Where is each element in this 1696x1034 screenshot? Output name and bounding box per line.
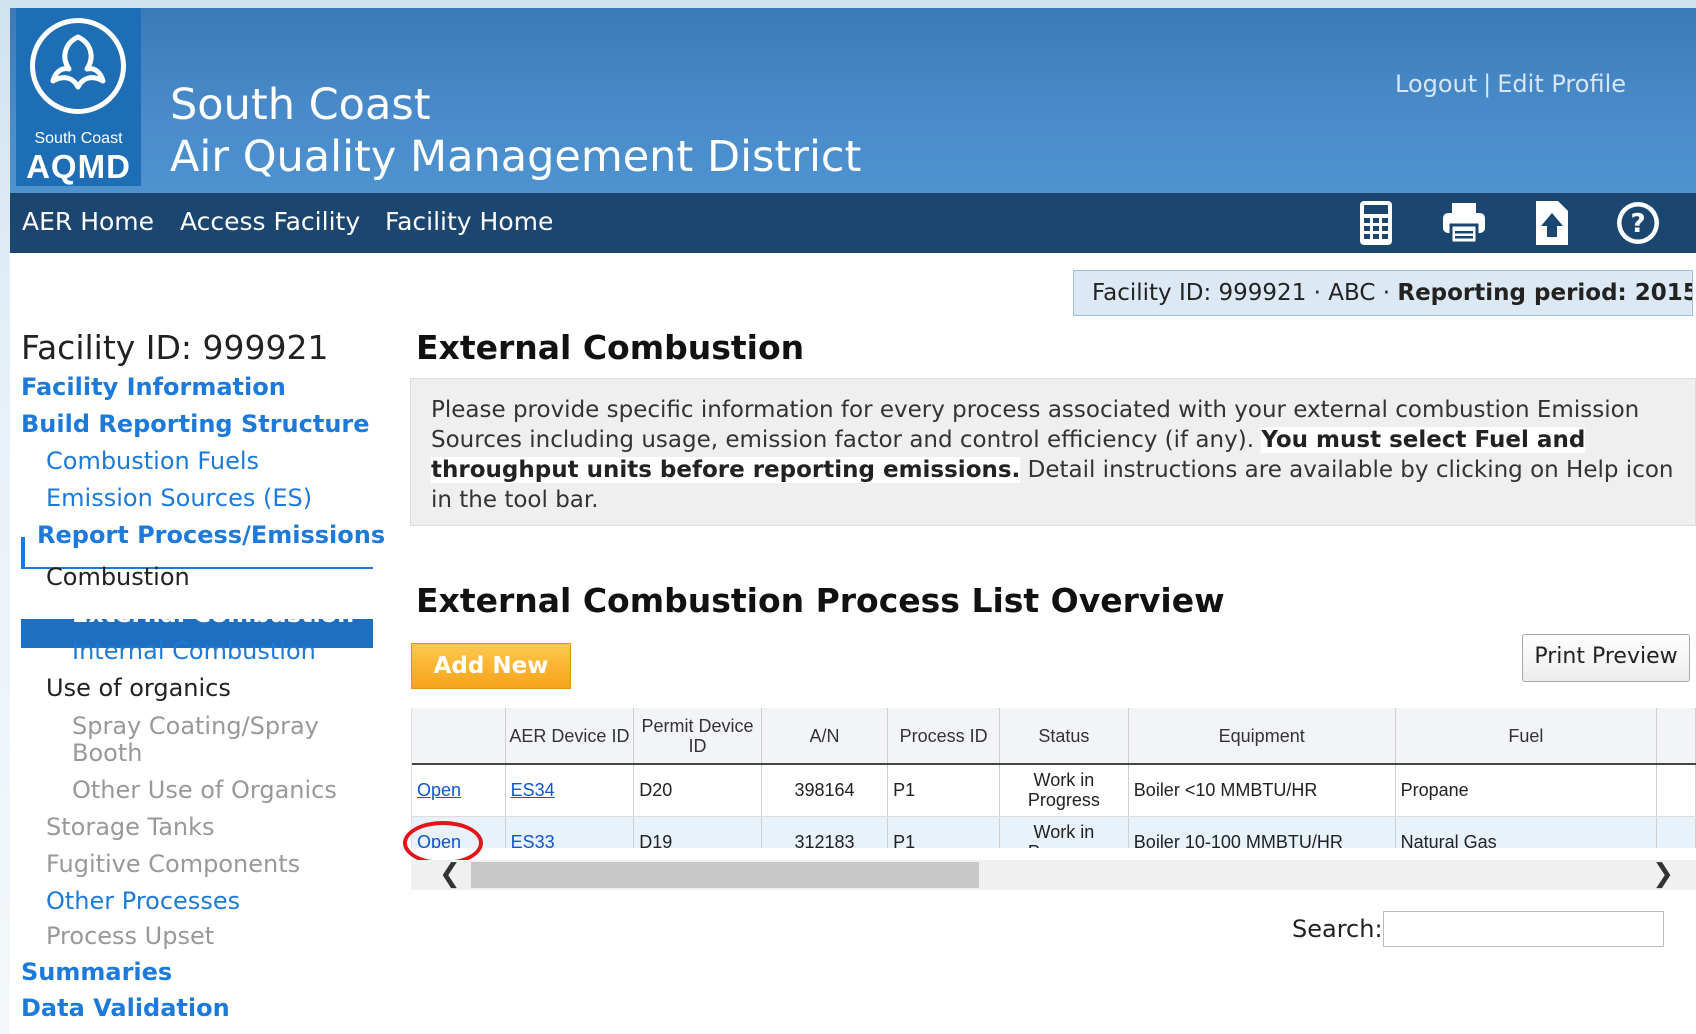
- facility-summary: Facility ID: 999921 · ABC ·: [1092, 280, 1398, 306]
- page-title: External Combustion: [416, 328, 805, 367]
- logo-text-line1: South Coast: [34, 130, 123, 147]
- main-nav: AER Home Access Facility Facility Home ?: [10, 193, 1696, 253]
- help-icon[interactable]: ?: [1614, 199, 1662, 247]
- process-table: AER Device ID Permit Device ID A/N Proce…: [411, 708, 1696, 848]
- list-title: External Combustion Process List Overvie…: [416, 581, 1225, 620]
- upload-icon[interactable]: [1528, 199, 1576, 247]
- scroll-left-icon[interactable]: ❮: [439, 860, 461, 888]
- sidebar-item-spray-coating: Spray Coating/Spray: [72, 712, 319, 740]
- scrollbar-thumb[interactable]: [471, 862, 979, 888]
- sidebar-item-spray-coating-booth: Booth: [72, 739, 143, 767]
- bird-icon: [50, 34, 106, 90]
- user-links: Logout | Edit Profile: [1395, 70, 1626, 98]
- fuel-cell: Natural Gas: [1395, 816, 1658, 848]
- instructions-box: Please provide specific information for …: [410, 378, 1696, 526]
- sidebar-item-combustion[interactable]: Combustion: [46, 563, 190, 591]
- calculator-icon[interactable]: [1352, 199, 1400, 247]
- svg-text:?: ?: [1630, 209, 1645, 239]
- an-cell: 312183: [761, 816, 889, 848]
- fuel-cell: Propane: [1395, 764, 1658, 817]
- process-id-cell: P1: [887, 816, 1000, 848]
- sidebar-item-emission-sources[interactable]: Emission Sources (ES): [46, 484, 312, 512]
- add-new-button[interactable]: Add New: [411, 643, 571, 689]
- logo-emblem: [30, 18, 126, 114]
- sidebar-item-combustion-fuels[interactable]: Combustion Fuels: [46, 447, 259, 475]
- an-cell: 398164: [761, 764, 889, 817]
- aer-device-link[interactable]: ES34: [511, 780, 555, 800]
- nav-facility-home[interactable]: Facility Home: [385, 207, 553, 236]
- search-label: Search:: [1292, 915, 1383, 943]
- sidebar-item-fugitive-components: Fugitive Components: [46, 850, 301, 878]
- col-header-actions: [412, 708, 506, 765]
- org-name-line1: South Coast: [170, 80, 431, 130]
- aer-device-id-cell: ES33: [505, 816, 635, 849]
- equipment-cell: Boiler <10 MMBTU/HR: [1128, 764, 1396, 817]
- col-header-permit-device-id[interactable]: Permit Device ID: [633, 708, 762, 765]
- permit-device-id-cell: D20: [633, 764, 762, 817]
- site-header: South Coast AQMD South Coast Air Quality…: [10, 8, 1696, 193]
- col-header-an[interactable]: A/N: [761, 708, 889, 765]
- aer-device-id-cell: ES34: [505, 764, 635, 817]
- sidebar-item-process-upset: Process Upset: [46, 922, 215, 950]
- scroll-right-icon[interactable]: ❯: [1652, 860, 1674, 888]
- nav-access-facility[interactable]: Access Facility: [180, 207, 360, 236]
- aqmd-logo[interactable]: South Coast AQMD: [16, 8, 141, 186]
- facility-info-box: Facility ID: 999921 · ABC · Reporting pe…: [1073, 270, 1693, 316]
- col-header-process-id[interactable]: Process ID: [887, 708, 1000, 765]
- app-window: South Coast AQMD South Coast Air Quality…: [10, 8, 1696, 1034]
- printer-icon[interactable]: [1440, 199, 1488, 247]
- aer-device-link[interactable]: ES33: [511, 832, 555, 849]
- status-cell: Work in Progress: [999, 816, 1129, 848]
- edit-profile-link[interactable]: Edit Profile: [1497, 70, 1626, 98]
- sidebar-item-build-reporting-structure[interactable]: Build Reporting Structure: [21, 410, 370, 438]
- logo-text-line2: AQMD: [26, 148, 131, 185]
- reporting-period: Reporting period: 2015: [1397, 280, 1693, 306]
- col-header-status[interactable]: Status: [999, 708, 1129, 765]
- link-separator: |: [1483, 70, 1492, 98]
- sidebar-item-summaries[interactable]: Summaries: [21, 958, 172, 986]
- print-preview-button[interactable]: Print Preview: [1522, 634, 1690, 682]
- open-link[interactable]: Open: [417, 780, 461, 800]
- equipment-cell: Boiler 10-100 MMBTU/HR: [1128, 816, 1396, 848]
- sidebar-item-facility-information[interactable]: Facility Information: [21, 373, 286, 401]
- search-input[interactable]: [1383, 911, 1664, 947]
- permit-device-id-cell: D19: [633, 816, 762, 848]
- col-header-fuel[interactable]: Fuel: [1395, 708, 1658, 765]
- process-id-cell: P1: [887, 764, 1000, 817]
- sidebar-item-storage-tanks: Storage Tanks: [46, 813, 215, 841]
- status-cell: Work in Progress: [999, 764, 1129, 817]
- sidebar-item-other-use-of-organics: Other Use of Organics: [72, 776, 337, 804]
- overflow-cell: [1656, 764, 1696, 817]
- sidebar-item-other-processes[interactable]: Other Processes: [46, 887, 240, 915]
- table-horizontal-scrollbar[interactable]: ❮ ❯: [411, 860, 1696, 890]
- table-row: Open ES34 D20 398164 P1 Work in Progress…: [412, 764, 1696, 817]
- table-row: Open ES33 D19 312183 P1 Work in Progress…: [412, 816, 1696, 848]
- col-header-overflow: [1656, 708, 1696, 765]
- sidebar-title: Facility ID: 999921: [21, 328, 329, 367]
- col-header-aer-device-id[interactable]: AER Device ID: [505, 708, 635, 765]
- sidebar-item-use-of-organics[interactable]: Use of organics: [46, 674, 231, 702]
- org-name-line2: Air Quality Management District: [170, 132, 862, 182]
- overflow-cell: [1656, 816, 1696, 848]
- sidebar-item-data-validation[interactable]: Data Validation: [21, 994, 230, 1022]
- table-header-row: AER Device ID Permit Device ID A/N Proce…: [412, 708, 1696, 765]
- nav-aer-home[interactable]: AER Home: [22, 207, 154, 236]
- sidebar-item-internal-combustion[interactable]: Internal Combustion: [72, 637, 316, 665]
- col-header-equipment[interactable]: Equipment: [1128, 708, 1396, 765]
- row-action-cell: Open: [412, 764, 506, 817]
- sidebar-item-external-combustion[interactable]: External Combustion: [72, 600, 354, 628]
- sidebar-item-report-process-emissions[interactable]: Report Process/Emissions: [37, 521, 385, 549]
- logout-link[interactable]: Logout: [1395, 70, 1477, 98]
